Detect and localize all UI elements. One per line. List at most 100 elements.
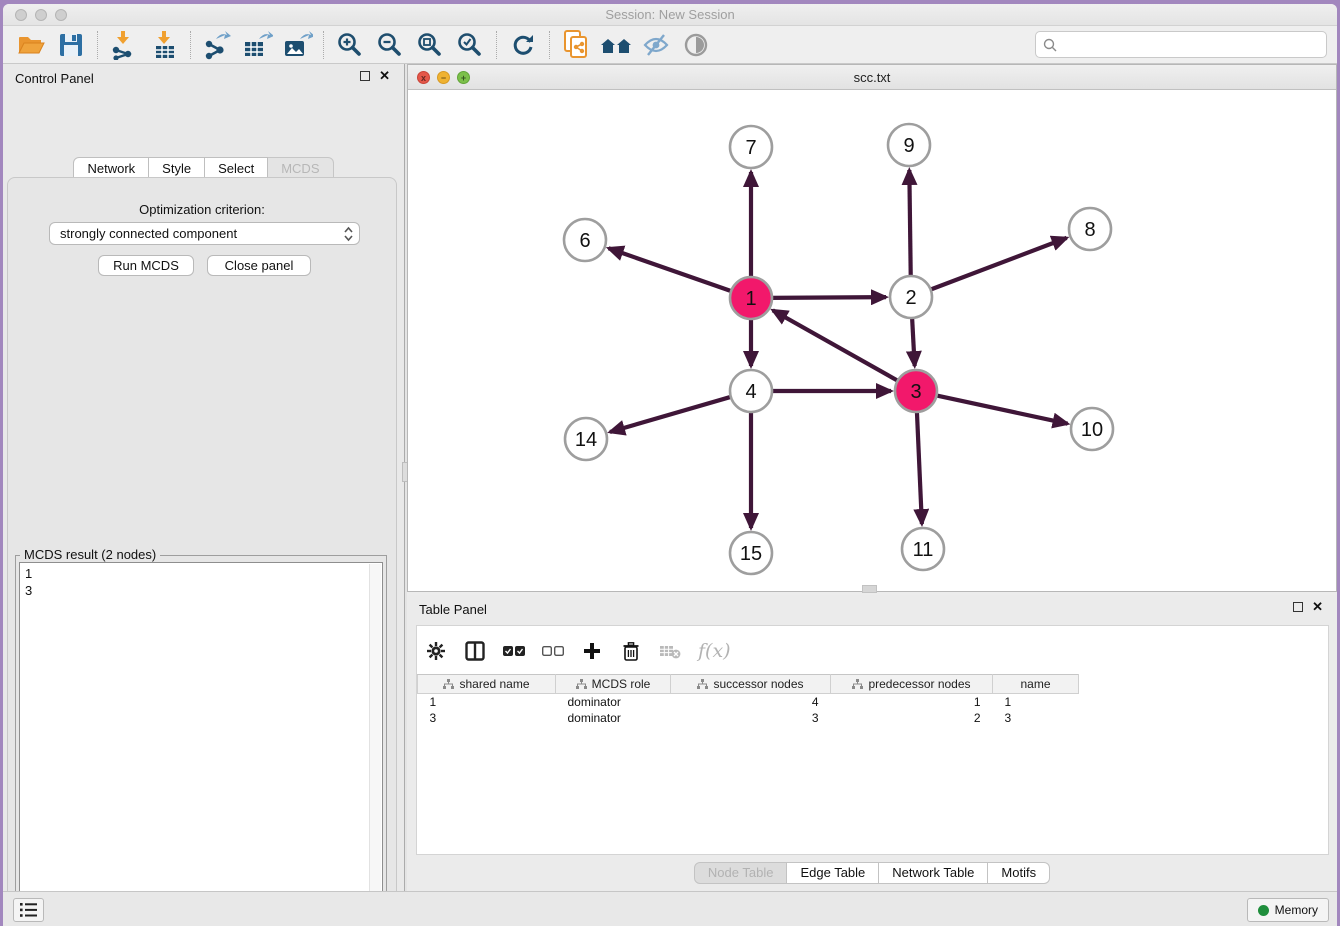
table-settings-button[interactable] bbox=[425, 638, 447, 664]
toolbar-separator bbox=[549, 31, 550, 59]
result-scrollbar[interactable] bbox=[369, 564, 381, 926]
select-all-icon bbox=[503, 644, 525, 658]
node-4[interactable]: 4 bbox=[730, 370, 772, 412]
edge-1-6[interactable] bbox=[609, 248, 733, 291]
refresh-view-button[interactable] bbox=[503, 28, 543, 62]
column-header-predecessor-nodes[interactable]: predecessor nodes bbox=[831, 675, 993, 694]
app-title: Session: New Session bbox=[3, 7, 1337, 22]
home-view-button[interactable] bbox=[596, 28, 636, 62]
node-1[interactable]: 1 bbox=[730, 277, 772, 319]
open-file-button[interactable] bbox=[11, 28, 51, 62]
table-row[interactable]: 3dominator323 bbox=[418, 710, 1079, 726]
close-table-panel-icon[interactable]: ✕ bbox=[1312, 602, 1323, 612]
add-column-button[interactable] bbox=[581, 638, 603, 664]
network-title: scc.txt bbox=[408, 70, 1336, 85]
network-table-divider-grip[interactable] bbox=[862, 585, 877, 593]
close-panel-icon[interactable]: ✕ bbox=[379, 71, 390, 81]
clone-network-button[interactable] bbox=[556, 28, 596, 62]
node-label: 14 bbox=[575, 429, 597, 451]
tab-edge-table[interactable]: Edge Table bbox=[787, 862, 879, 884]
node-label: 1 bbox=[745, 288, 756, 310]
refresh-icon bbox=[509, 31, 537, 59]
node-7[interactable]: 7 bbox=[730, 126, 772, 168]
mcds-result-textarea[interactable]: 1 3 bbox=[19, 562, 383, 926]
network-window-titlebar: x − + scc.txt bbox=[408, 65, 1336, 90]
edge-1-2[interactable] bbox=[770, 297, 886, 298]
node-11[interactable]: 11 bbox=[902, 528, 944, 570]
export-table-button[interactable] bbox=[237, 28, 277, 62]
import-table-button[interactable] bbox=[144, 28, 184, 62]
unselect-all-button[interactable] bbox=[542, 638, 564, 664]
edge-3-1[interactable] bbox=[773, 310, 900, 381]
node-label: 15 bbox=[740, 543, 762, 565]
table-row[interactable]: 1dominator411 bbox=[418, 694, 1079, 710]
save-icon bbox=[58, 32, 84, 58]
node-9[interactable]: 9 bbox=[888, 124, 930, 166]
memory-button[interactable]: Memory bbox=[1247, 898, 1329, 922]
export-network-button[interactable] bbox=[197, 28, 237, 62]
node-2[interactable]: 2 bbox=[890, 276, 932, 318]
zoom-fit-button[interactable] bbox=[410, 28, 450, 62]
table-panel-title: Table Panel bbox=[419, 602, 487, 617]
table-cell[interactable]: 3 bbox=[993, 710, 1079, 726]
column-header-MCDS-role[interactable]: MCDS role bbox=[556, 675, 671, 694]
column-header-name[interactable]: name bbox=[993, 675, 1079, 694]
memory-status-icon bbox=[1258, 905, 1269, 916]
edge-2-8[interactable] bbox=[929, 238, 1067, 290]
edge-3-11[interactable] bbox=[917, 410, 922, 524]
edge-2-9[interactable] bbox=[909, 170, 910, 278]
run-mcds-button[interactable]: Run MCDS bbox=[98, 255, 194, 276]
zoom-out-button[interactable] bbox=[370, 28, 410, 62]
node-14[interactable]: 14 bbox=[565, 418, 607, 460]
search-field[interactable] bbox=[1035, 31, 1327, 58]
delete-column-button[interactable] bbox=[620, 638, 642, 664]
status-bar: Memory bbox=[3, 891, 1337, 926]
table-cell[interactable]: 3 bbox=[418, 710, 556, 726]
tab-motifs[interactable]: Motifs bbox=[988, 862, 1050, 884]
search-input[interactable] bbox=[1058, 37, 1320, 52]
network-graph[interactable]: 7 9 6 8 1 2 4 3 14 10 15 11 bbox=[408, 90, 1336, 591]
function-builder-button[interactable]: f(x) bbox=[698, 638, 731, 664]
edge-3-10[interactable] bbox=[935, 395, 1068, 424]
zoom-selected-button[interactable] bbox=[450, 28, 490, 62]
close-panel-button[interactable]: Close panel bbox=[207, 255, 311, 276]
save-session-button[interactable] bbox=[51, 28, 91, 62]
node-15[interactable]: 15 bbox=[730, 532, 772, 574]
edge-4-14[interactable] bbox=[610, 396, 733, 432]
node-8[interactable]: 8 bbox=[1069, 208, 1111, 250]
optimization-criterion-select[interactable]: strongly connected component bbox=[49, 222, 360, 245]
column-label: shared name bbox=[459, 677, 529, 691]
table-cell[interactable]: 1 bbox=[831, 694, 993, 710]
node-3[interactable]: 3 bbox=[895, 370, 937, 412]
column-header-shared-name[interactable]: shared name bbox=[418, 675, 556, 694]
node-6[interactable]: 6 bbox=[564, 219, 606, 261]
table-cell[interactable]: dominator bbox=[556, 694, 671, 710]
delete-table-button[interactable] bbox=[659, 638, 681, 664]
network-canvas[interactable]: 7 9 6 8 1 2 4 3 14 10 15 11 bbox=[408, 90, 1336, 591]
show-display-button[interactable] bbox=[676, 28, 716, 62]
table-cell[interactable]: 1 bbox=[418, 694, 556, 710]
table-cell[interactable]: 4 bbox=[671, 694, 831, 710]
select-all-button[interactable] bbox=[503, 638, 525, 664]
hide-display-button[interactable] bbox=[636, 28, 676, 62]
column-header-successor-nodes[interactable]: successor nodes bbox=[671, 675, 831, 694]
import-network-button[interactable] bbox=[104, 28, 144, 62]
node-10[interactable]: 10 bbox=[1071, 408, 1113, 450]
node-label: 7 bbox=[745, 137, 756, 159]
tab-node-table[interactable]: Node Table bbox=[694, 862, 788, 884]
export-image-button[interactable] bbox=[277, 28, 317, 62]
tab-network-table[interactable]: Network Table bbox=[879, 862, 988, 884]
edge-2-3[interactable] bbox=[912, 316, 915, 366]
float-table-panel-icon[interactable] bbox=[1293, 602, 1303, 612]
zoom-in-button[interactable] bbox=[330, 28, 370, 62]
toolbar-separator bbox=[496, 31, 497, 59]
task-history-button[interactable] bbox=[13, 898, 44, 922]
table-cell[interactable]: 3 bbox=[671, 710, 831, 726]
node-table-grid[interactable]: shared name MCDS rolesuccessor nodesprede… bbox=[417, 674, 1079, 726]
table-cell[interactable]: 1 bbox=[993, 694, 1079, 710]
table-cell[interactable]: 2 bbox=[831, 710, 993, 726]
show-columns-button[interactable] bbox=[464, 638, 486, 664]
table-cell[interactable]: dominator bbox=[556, 710, 671, 726]
float-panel-icon[interactable] bbox=[360, 71, 370, 81]
control-panel-title: Control Panel bbox=[15, 71, 94, 86]
